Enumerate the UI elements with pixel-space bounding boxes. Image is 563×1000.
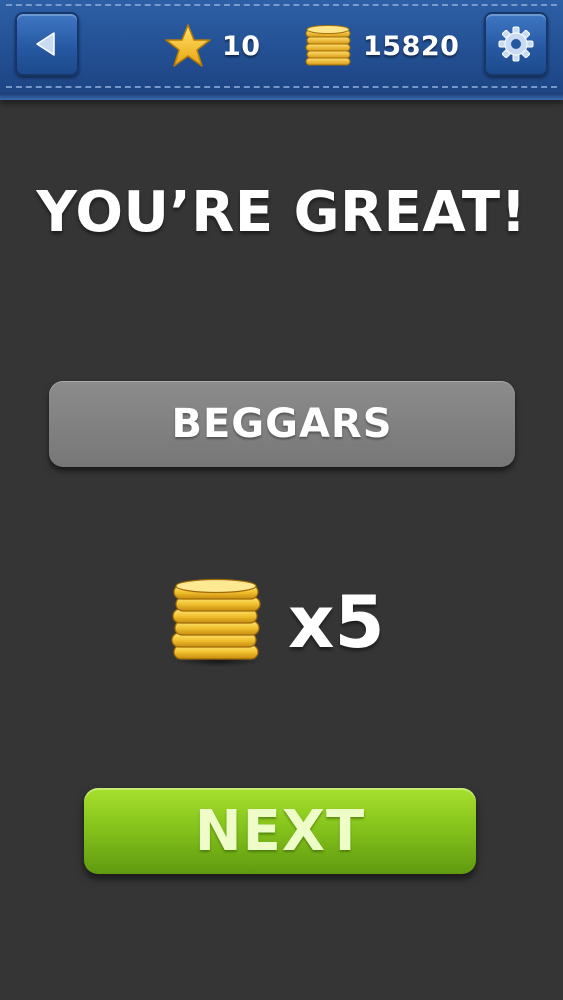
stars-count: 10 (222, 30, 261, 62)
answer-box: BEGGARS (49, 381, 515, 467)
star-icon (165, 24, 211, 67)
next-button[interactable]: NEXT (84, 788, 476, 874)
answer-word: BEGGARS (171, 401, 393, 447)
reward-multiplier: x5 (288, 580, 385, 664)
coins-counter: 15820 (303, 22, 459, 70)
back-button[interactable] (15, 12, 79, 76)
coin-stack-icon (171, 578, 262, 667)
settings-button[interactable] (484, 12, 548, 76)
coin-stack-icon (305, 25, 351, 66)
bottom-stitch (6, 86, 557, 88)
next-button-label: NEXT (194, 798, 366, 864)
top-bar: 10 15820 (0, 0, 563, 100)
top-bar-edge (0, 93, 563, 100)
back-arrow-icon (36, 32, 55, 56)
gear-icon (498, 26, 534, 62)
stars-counter: 10 (164, 22, 261, 70)
top-stitch (6, 4, 557, 6)
coin-reward: x5 (168, 572, 385, 672)
result-headline: YOU’RE GREAT! (36, 180, 527, 245)
coins-count: 15820 (363, 30, 460, 62)
